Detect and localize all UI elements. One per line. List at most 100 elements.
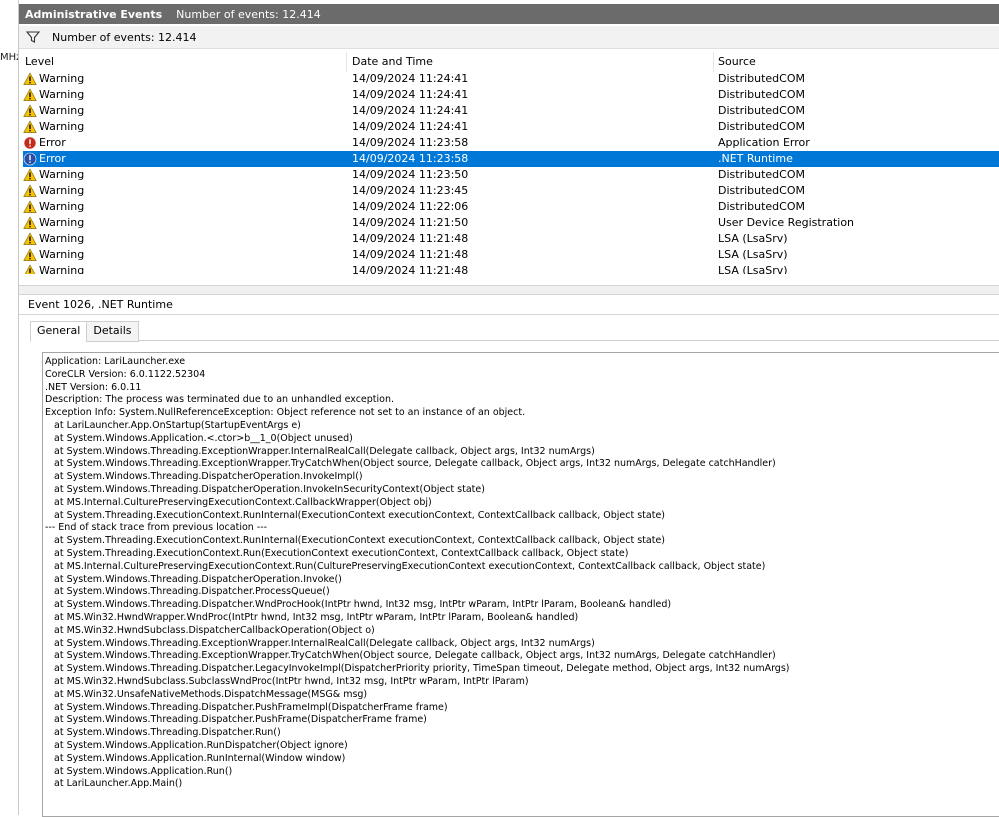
event-detail-header: Event 1026, .NET Runtime: [19, 294, 999, 315]
table-row[interactable]: Error 14/09/2024 11:23:58 Application Erro…: [23, 135, 999, 151]
table-row[interactable]: Warning 14/09/2024 11:24:41 DistributedCOM: [23, 87, 999, 103]
warning-icon: [23, 168, 37, 181]
column-header-level[interactable]: Level: [25, 55, 54, 68]
filter-text: Number of events: 12.414: [52, 30, 197, 44]
level-cell: Error: [23, 151, 66, 167]
warning-icon: [23, 88, 37, 101]
warning-icon: [23, 120, 37, 133]
level-text: Warning: [39, 120, 85, 133]
datetime-cell: 14/09/2024 11:24:41: [352, 88, 469, 101]
datetime-cell: 14/09/2024 11:21:50: [352, 216, 469, 229]
event-description-text: Application: LariLauncher.exe CoreCLR Ve…: [45, 356, 790, 790]
level-text: Warning: [39, 248, 85, 261]
datetime-cell: 14/09/2024 11:24:41: [352, 104, 469, 117]
table-row[interactable]: Error 14/09/2024 11:23:58 .NET Runtime: [23, 151, 999, 167]
datetime-cell: 14/09/2024 11:23:58: [352, 136, 469, 149]
table-row[interactable]: Warning 14/09/2024 11:21:48 LSA (LsaSrv): [23, 231, 999, 247]
error-icon: [23, 152, 37, 166]
source-cell: .NET Runtime: [718, 152, 793, 165]
filter-bar: Number of events: 12.414: [19, 26, 999, 49]
grid-header: Level Date and Time Source: [23, 52, 999, 72]
table-row[interactable]: Warning 14/09/2024 11:23:50 DistributedCOM: [23, 167, 999, 183]
datetime-cell: 14/09/2024 11:23:50: [352, 168, 469, 181]
source-cell: LSA (LsaSrv): [718, 248, 788, 261]
datetime-cell: 14/09/2024 11:21:48: [352, 248, 469, 261]
view-title: Administrative Events: [25, 7, 163, 21]
warning-icon: [23, 216, 37, 229]
table-row[interactable]: Warning 14/09/2024 11:24:41 DistributedCOM: [23, 103, 999, 119]
source-cell: DistributedCOM: [718, 200, 805, 213]
source-cell: DistributedCOM: [718, 168, 805, 181]
table-row[interactable]: Warning 14/09/2024 11:24:41 DistributedCOM: [23, 71, 999, 87]
level-text: Warning: [39, 232, 85, 245]
datetime-cell: 14/09/2024 11:23:45: [352, 184, 469, 197]
source-cell: LSA (LsaSrv): [718, 264, 788, 274]
warning-icon: [23, 200, 37, 213]
level-cell: Warning: [23, 183, 84, 199]
tab-details[interactable]: Details: [86, 321, 139, 342]
table-row[interactable]: Warning 14/09/2024 11:23:45 DistributedCOM: [23, 183, 999, 199]
level-cell: Warning: [23, 231, 84, 247]
warning-icon: [23, 248, 37, 261]
funnel-icon[interactable]: [26, 30, 40, 44]
table-row[interactable]: Warning 14/09/2024 11:21:48 LSA (LsaSrv): [23, 247, 999, 263]
datetime-cell: 14/09/2024 11:21:48: [352, 232, 469, 245]
level-cell: Warning: [23, 119, 84, 135]
warning-icon: [24, 264, 36, 274]
source-cell: DistributedCOM: [718, 104, 805, 117]
level-cell: Warning: [23, 215, 84, 231]
events-grid[interactable]: Level Date and Time Source Warning 14/09/…: [19, 50, 999, 274]
warning-icon: [23, 232, 37, 245]
table-row[interactable]: Warning 14/09/2024 11:22:06 DistributedCOM: [23, 199, 999, 215]
datetime-cell: 14/09/2024 11:24:41: [352, 120, 469, 133]
level-text: Error: [39, 152, 66, 165]
warning-icon: [23, 104, 37, 117]
level-cell: Warning: [23, 87, 84, 103]
column-header-source[interactable]: Source: [718, 55, 756, 68]
source-cell: Application Error: [718, 136, 810, 149]
level-text: Error: [39, 136, 66, 149]
level-text: Warning: [39, 184, 85, 197]
source-cell: DistributedCOM: [718, 184, 805, 197]
table-row[interactable]: Warning 14/09/2024 11:21:48 LSA (LsaSrv): [23, 263, 999, 274]
level-text: Warning: [39, 72, 85, 85]
level-cell: Warning: [23, 167, 84, 183]
event-description-box[interactable]: Application: LariLauncher.exe CoreCLR Ve…: [42, 352, 999, 817]
source-cell: DistributedCOM: [718, 120, 805, 133]
source-cell: User Device Registration: [718, 216, 855, 229]
level-text: Warning: [39, 216, 85, 229]
column-header-date[interactable]: Date and Time: [352, 55, 433, 68]
source-cell: DistributedCOM: [718, 88, 805, 101]
source-cell: DistributedCOM: [718, 72, 805, 85]
level-cell: Warning: [23, 103, 84, 119]
datetime-cell: 14/09/2024 11:24:41: [352, 72, 469, 85]
level-cell: Warning: [23, 247, 84, 263]
level-cell: Warning: [23, 71, 84, 87]
level-text: Warning: [39, 264, 85, 274]
event-detail-title: Event 1026, .NET Runtime: [28, 297, 173, 311]
level-cell: Warning: [23, 199, 84, 215]
left-panel-strip: MHz: [0, 0, 21, 815]
detail-tabs: General Details: [30, 321, 139, 342]
source-cell: LSA (LsaSrv): [718, 232, 788, 245]
warning-icon: [23, 184, 37, 197]
tab-general[interactable]: General: [30, 321, 88, 342]
event-count: Number of events: 12.414: [176, 7, 321, 21]
level-cell: Warning: [23, 263, 84, 274]
level-text: Warning: [39, 104, 85, 117]
column-separator[interactable]: [346, 52, 347, 72]
level-text: Warning: [39, 200, 85, 213]
view-titlebar: Administrative Events Number of events: …: [19, 4, 999, 24]
level-cell: Error: [23, 135, 66, 151]
datetime-cell: 14/09/2024 11:21:48: [352, 264, 469, 274]
level-text: Warning: [39, 168, 85, 181]
column-separator[interactable]: [713, 52, 714, 72]
error-icon: [23, 136, 37, 150]
level-text: Warning: [39, 88, 85, 101]
table-row[interactable]: Warning 14/09/2024 11:24:41 DistributedCOM: [23, 119, 999, 135]
table-row[interactable]: Warning 14/09/2024 11:21:50 User Device Re…: [23, 215, 999, 231]
grid-rows: Warning 14/09/2024 11:24:41 DistributedCOM…: [23, 71, 999, 274]
datetime-cell: 14/09/2024 11:23:58: [352, 152, 469, 165]
datetime-cell: 14/09/2024 11:22:06: [352, 200, 469, 213]
warning-icon: [23, 72, 37, 85]
